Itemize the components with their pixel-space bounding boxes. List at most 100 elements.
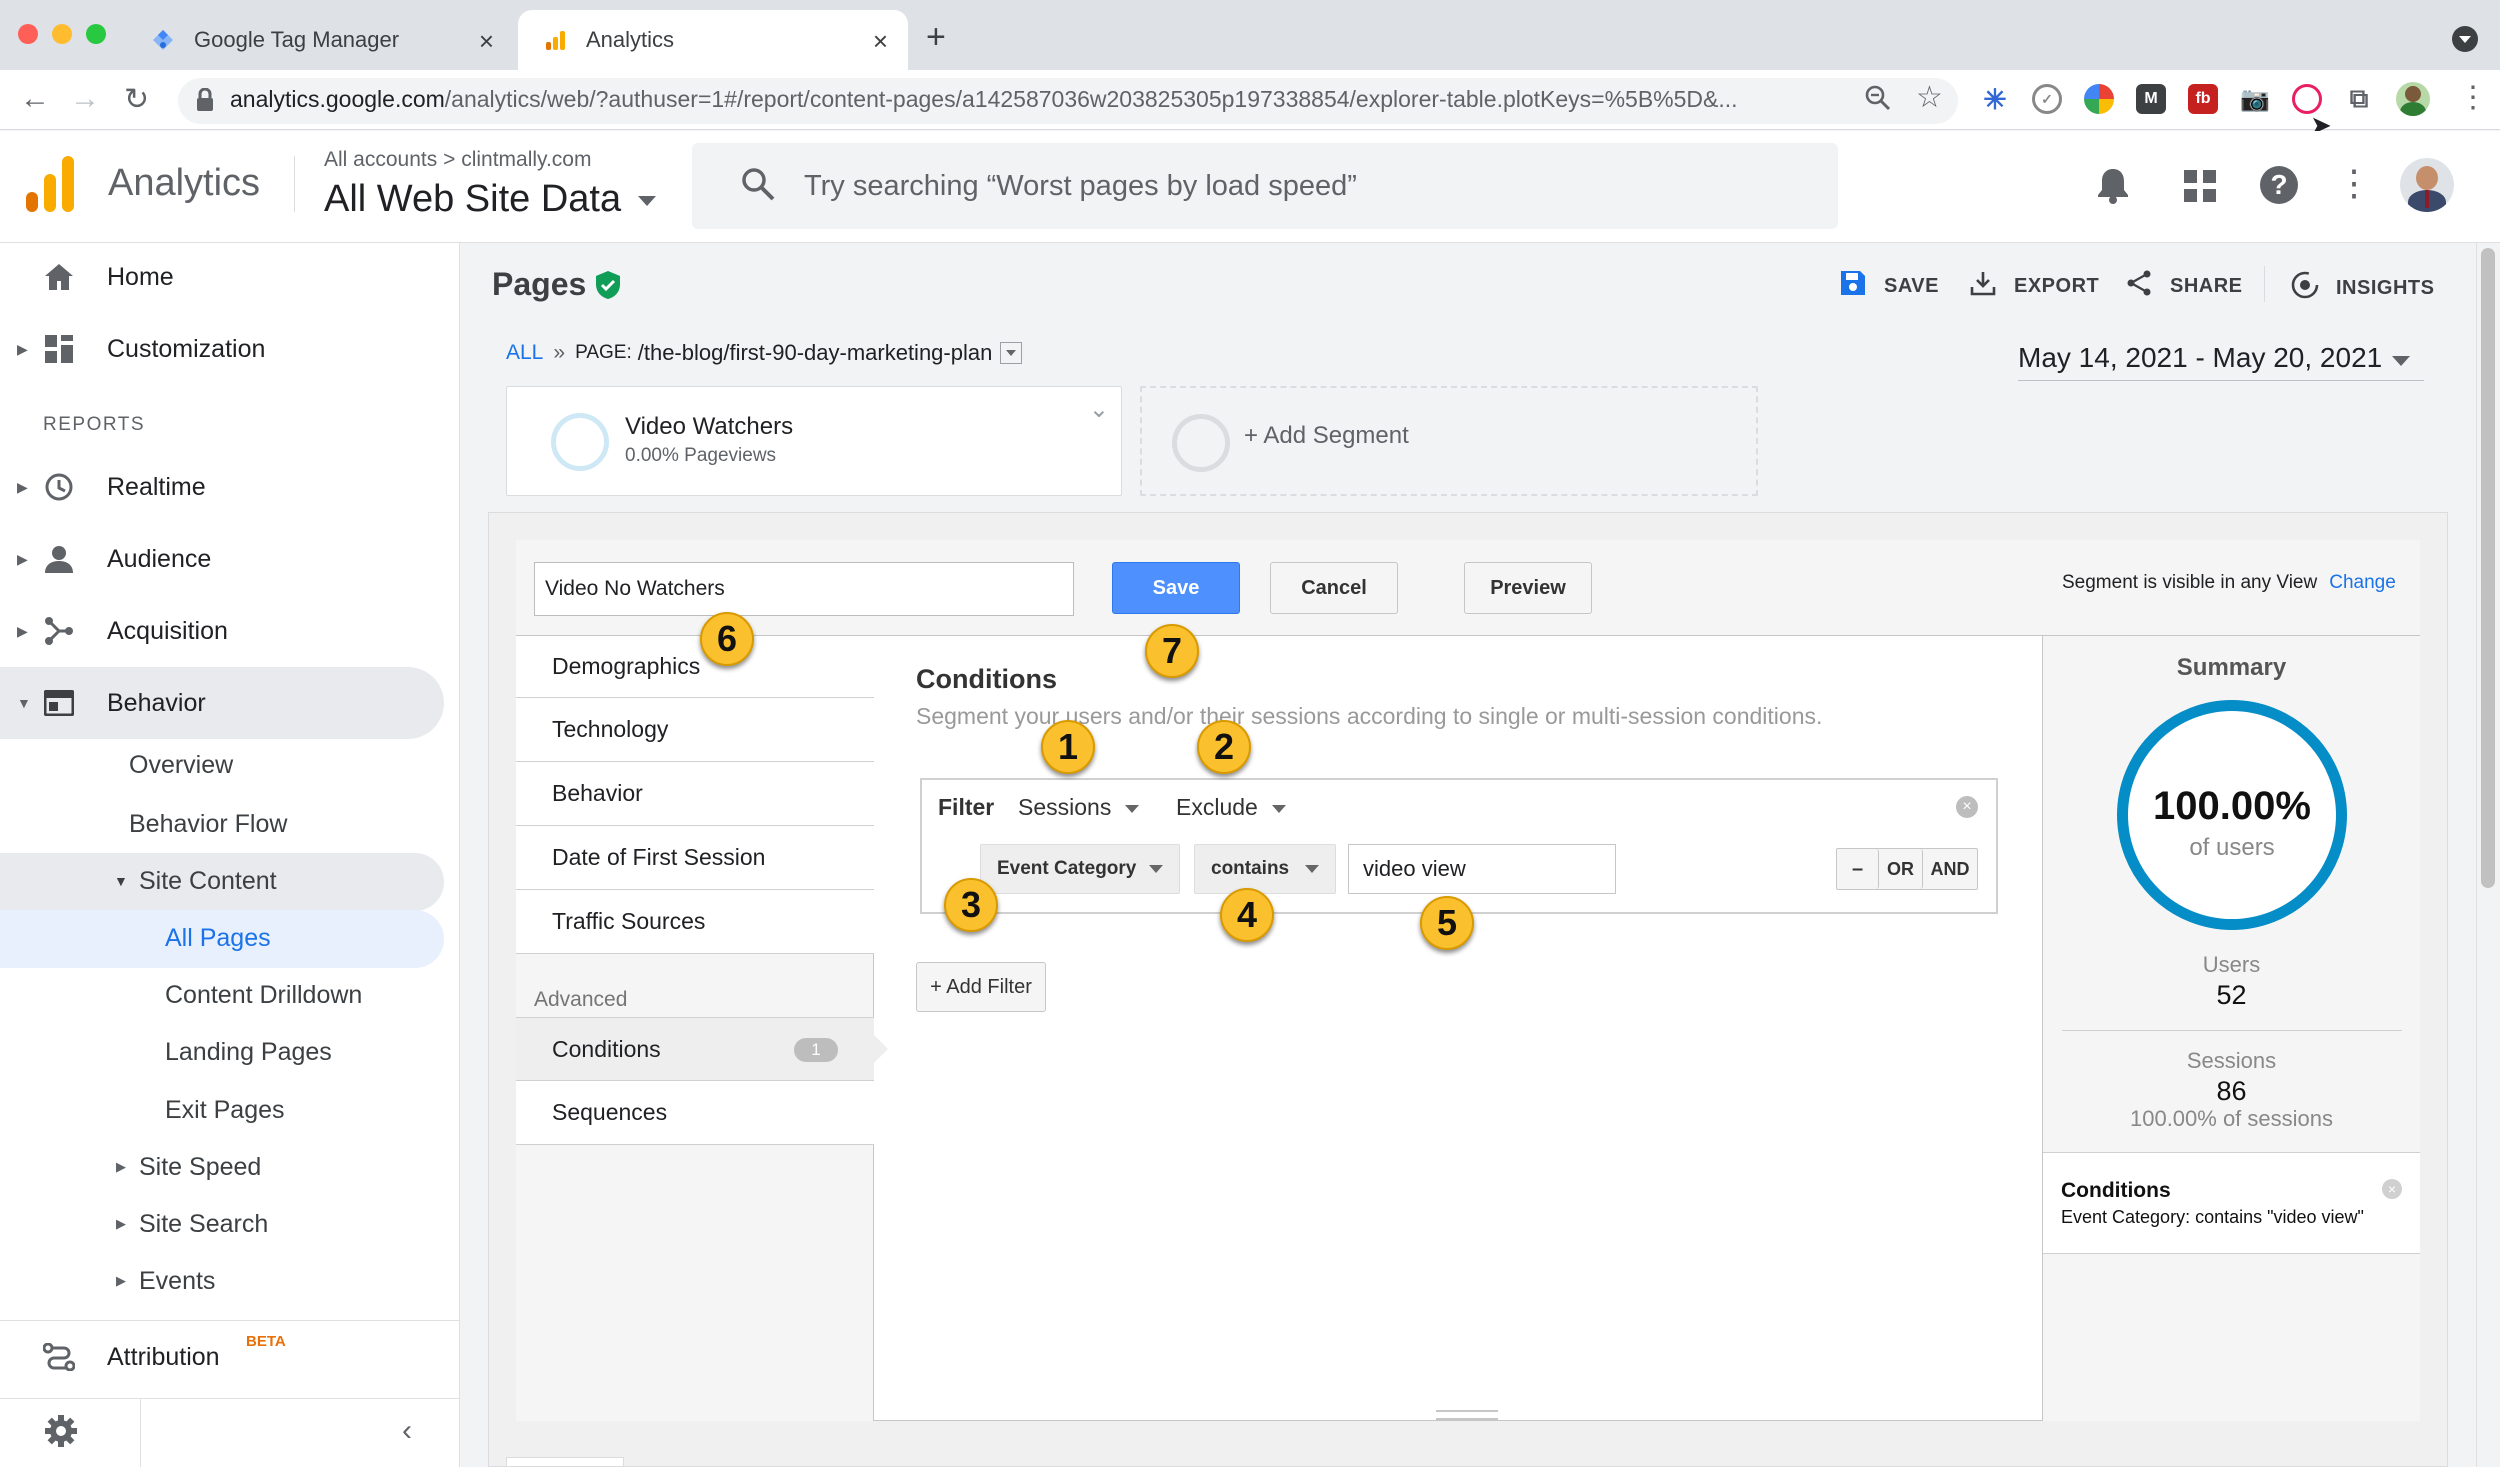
new-tab-icon[interactable]: + (926, 18, 946, 57)
segment-visibility: Segment is visible in any View Change (2062, 572, 2396, 594)
analytics-logo-icon[interactable] (26, 156, 74, 217)
share-button[interactable]: SHARE (2126, 270, 2243, 302)
search-input[interactable]: Try searching “Worst pages by load speed… (804, 170, 1357, 203)
remove-condition-icon[interactable]: × (2382, 1179, 2402, 1199)
sidebar-item-acquisition[interactable]: ▶ Acquisition (0, 601, 444, 661)
resize-handle[interactable] (1436, 1410, 1498, 1420)
profile-avatar[interactable] (2396, 82, 2430, 116)
bookmark-star-icon[interactable]: ☆ (1916, 80, 1943, 115)
category-date-of-first-session[interactable]: Date of First Session (516, 826, 874, 890)
condition-logic-group: – OR AND (1836, 848, 1978, 890)
summary-conditions-text: Event Category: contains "video view" (2061, 1207, 2364, 1227)
sidebar-item-customization[interactable]: ▶ Customization (0, 319, 444, 379)
sidebar-item-realtime[interactable]: ▶ Realtime (0, 457, 444, 517)
extension-check-icon[interactable]: ✓ (2032, 84, 2062, 114)
save-report-button[interactable]: SAVE (1840, 270, 1939, 302)
sidebar-item-landing-pages[interactable]: Landing Pages (0, 1024, 444, 1080)
attribution-icon (42, 1340, 76, 1374)
category-traffic-sources[interactable]: Traffic Sources (516, 890, 874, 954)
breadcrumb-all-link[interactable]: ALL (506, 341, 543, 365)
extension-snowflake-icon[interactable]: ✳ (1980, 84, 2010, 115)
extension-color-wheel-icon[interactable] (2084, 84, 2114, 114)
sidebar-item-behavior-flow[interactable]: Behavior Flow (0, 796, 444, 852)
sidebar-label: Content Drilldown (165, 980, 363, 1009)
customization-icon (42, 332, 76, 366)
help-icon[interactable]: ? (2260, 166, 2298, 204)
chevron-down-icon[interactable]: ⌄ (1089, 395, 1109, 424)
filter-scope-dropdown[interactable]: Sessions (1018, 794, 1140, 821)
extension-camera-icon[interactable]: 📷 (2240, 84, 2270, 114)
sidebar-item-exit-pages[interactable]: Exit Pages (0, 1082, 444, 1138)
minimize-window-button[interactable] (52, 24, 72, 44)
sidebar-item-content-drilldown[interactable]: Content Drilldown (0, 967, 444, 1023)
extension-m-icon[interactable]: M (2136, 84, 2166, 114)
notifications-bell-icon[interactable] (2096, 166, 2130, 209)
save-report-label: SAVE (1884, 274, 1939, 297)
browser-menu-icon[interactable]: ⋮ (2458, 80, 2488, 115)
sidebar-item-attribution[interactable]: Attribution BETA (0, 1327, 444, 1387)
save-segment-button[interactable]: Save (1112, 562, 1240, 614)
remove-filter-icon[interactable]: × (1956, 796, 1978, 818)
sidebar-item-all-pages[interactable]: All Pages (0, 910, 444, 966)
sidebar-label: Site Search (139, 1209, 269, 1238)
close-tab-icon[interactable]: × (873, 26, 888, 57)
filter-mode-dropdown[interactable]: Exclude (1176, 794, 1286, 821)
sidebar-item-behavior[interactable]: ▼ Behavior (0, 673, 444, 733)
segment-name-input[interactable] (534, 562, 1074, 616)
settings-gear-icon[interactable] (44, 1414, 78, 1453)
caret-right-icon: ▶ (116, 1273, 126, 1288)
and-button[interactable]: AND (1923, 849, 1977, 889)
extensions-puzzle-icon[interactable]: ⧉ (2344, 83, 2374, 114)
apps-grid-icon[interactable] (2184, 170, 2216, 207)
breadcrumb-dropdown[interactable] (1000, 342, 1023, 364)
dimension-dropdown[interactable]: Event Category (980, 844, 1180, 894)
add-filter-button[interactable]: + Add Filter (916, 962, 1046, 1012)
operator-dropdown[interactable]: contains (1194, 844, 1336, 894)
category-sequences[interactable]: Sequences (516, 1081, 874, 1145)
add-segment-card[interactable]: + Add Segment (1140, 386, 1758, 496)
sidebar-item-site-search[interactable]: ▶ Site Search (0, 1196, 444, 1252)
close-window-button[interactable] (18, 24, 38, 44)
report-search-bar[interactable]: Try searching “Worst pages by load speed… (692, 143, 1838, 229)
view-selector[interactable]: All Web Site Data (324, 178, 656, 221)
sidebar-item-overview[interactable]: Overview (0, 737, 444, 793)
sidebar-item-events[interactable]: ▶ Events (0, 1253, 444, 1309)
sidebar-item-site-content[interactable]: ▼ Site Content (0, 853, 444, 909)
tab-search-button[interactable] (2452, 26, 2478, 52)
insights-button[interactable]: INSIGHTS (2290, 270, 2434, 306)
cancel-button[interactable]: Cancel (1270, 562, 1398, 614)
category-conditions[interactable]: Conditions 1 (516, 1017, 874, 1081)
zoom-icon[interactable] (1864, 84, 1892, 117)
condition-value-input[interactable] (1348, 844, 1616, 894)
sidebar-item-home[interactable]: Home (0, 247, 444, 307)
page-scrollbar[interactable] (2476, 243, 2500, 1467)
reload-icon[interactable]: ↻ (124, 82, 149, 117)
collapse-sidebar-icon[interactable]: ‹ (402, 1414, 412, 1448)
sidebar-item-audience[interactable]: ▶ Audience (0, 529, 444, 589)
category-technology[interactable]: Technology (516, 698, 874, 762)
maximize-window-button[interactable] (86, 24, 106, 44)
or-button[interactable]: OR (1879, 849, 1923, 889)
change-visibility-link[interactable]: Change (2329, 572, 2396, 593)
sidebar-item-site-speed[interactable]: ▶ Site Speed (0, 1139, 444, 1195)
remove-condition-button[interactable]: – (1837, 849, 1879, 889)
date-range-picker[interactable]: May 14, 2021 - May 20, 2021 (2018, 342, 2424, 381)
visibility-text: Segment is visible in any View (2062, 572, 2318, 593)
floppy-disk-icon (1840, 270, 1866, 302)
account-breadcrumb[interactable]: All accounts > clintmally.com (324, 148, 591, 172)
close-tab-icon[interactable]: × (479, 26, 494, 57)
view-name: All Web Site Data (324, 178, 622, 220)
tab-analytics[interactable]: Analytics × (518, 10, 908, 70)
category-behavior[interactable]: Behavior (516, 762, 874, 826)
preview-button[interactable]: Preview (1464, 562, 1592, 614)
more-options-icon[interactable]: ⋮ (2336, 162, 2372, 204)
forward-arrow-icon[interactable]: → (70, 82, 100, 116)
extension-fb-icon[interactable]: fb (2188, 84, 2218, 114)
tab-google-tag-manager[interactable]: Google Tag Manager × (126, 10, 514, 70)
export-button[interactable]: EXPORT (1970, 270, 2099, 302)
user-avatar[interactable] (2400, 158, 2454, 212)
back-arrow-icon[interactable]: ← (20, 82, 50, 116)
category-demographics[interactable]: Demographics (516, 636, 874, 698)
segment-card-video-watchers[interactable]: Video Watchers 0.00% Pageviews ⌄ (506, 386, 1122, 496)
scrollbar-thumb[interactable] (2481, 248, 2495, 888)
